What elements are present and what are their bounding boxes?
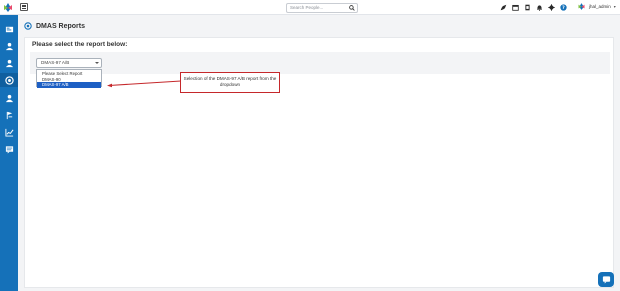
dropdown-option-selected[interactable]: DMAS-97 A/B: [37, 82, 101, 88]
sidebar-item-message[interactable]: [0, 142, 18, 156]
report-dropdown-list: Please Select Report DMAS-90 DMAS-97 A/B: [36, 69, 102, 88]
report-card: Please select the report below: DMAS-97 …: [24, 37, 614, 288]
sidebar-item-reports[interactable]: [0, 73, 18, 87]
sidebar-item-people[interactable]: [0, 91, 18, 105]
sidebar: [0, 15, 18, 291]
select-row: [30, 52, 610, 74]
people-icon: [5, 94, 13, 102]
message-icon: [5, 145, 13, 154]
page-header: DMAS Reports: [18, 15, 620, 37]
hamburger-menu-icon[interactable]: [20, 3, 28, 11]
rocket-icon[interactable]: [500, 4, 507, 11]
chat-button[interactable]: [598, 272, 614, 287]
dashboard-icon: [5, 26, 13, 32]
app-logo-icon[interactable]: [2, 2, 14, 13]
reports-icon: [24, 22, 32, 30]
top-icon-group: ?: [500, 3, 567, 12]
app-window: Search People... ? jhal_admin ▾ DMAS Rep…: [0, 0, 620, 291]
report-select[interactable]: DMAS-97 A/B: [36, 58, 102, 68]
annotation-callout: Selection of the DMAS-97 A/B report from…: [180, 72, 280, 93]
sidebar-item-chart[interactable]: [0, 125, 18, 139]
clipboard-icon[interactable]: [524, 4, 531, 11]
person-icon: [5, 42, 13, 50]
page-title: DMAS Reports: [36, 22, 86, 30]
username: jhal_admin: [589, 4, 611, 9]
flag-icon: [6, 111, 12, 119]
chat-icon: [602, 276, 610, 284]
svg-text:?: ?: [562, 5, 565, 11]
person-icon: [5, 59, 13, 67]
user-menu[interactable]: jhal_admin ▾: [577, 2, 616, 11]
bell-icon[interactable]: [536, 4, 543, 11]
report-select-value: DMAS-97 A/B: [41, 60, 70, 65]
chevron-down-icon: ▾: [613, 4, 616, 9]
sidebar-item-dashboard[interactable]: [0, 22, 18, 36]
report-prompt: Please select the report below:: [32, 41, 128, 48]
callout-text: Selection of the DMAS-97 A/B report from…: [183, 76, 277, 87]
chevron-down-icon: [95, 62, 99, 64]
gear-icon[interactable]: [548, 4, 555, 11]
search-placeholder: Search People...: [290, 5, 324, 10]
sidebar-item-person[interactable]: [0, 39, 18, 53]
avatar: [578, 3, 585, 10]
chart-icon: [4, 128, 13, 137]
calendar-icon[interactable]: [512, 4, 519, 11]
reports-icon: [4, 75, 14, 85]
help-icon[interactable]: ?: [560, 4, 567, 11]
sidebar-item-person-2[interactable]: [0, 56, 18, 70]
top-bar: Search People... ? jhal_admin ▾: [0, 0, 620, 15]
sidebar-item-flag[interactable]: [0, 108, 18, 122]
search-input[interactable]: Search People...: [286, 3, 358, 13]
search-icon[interactable]: [349, 5, 355, 11]
